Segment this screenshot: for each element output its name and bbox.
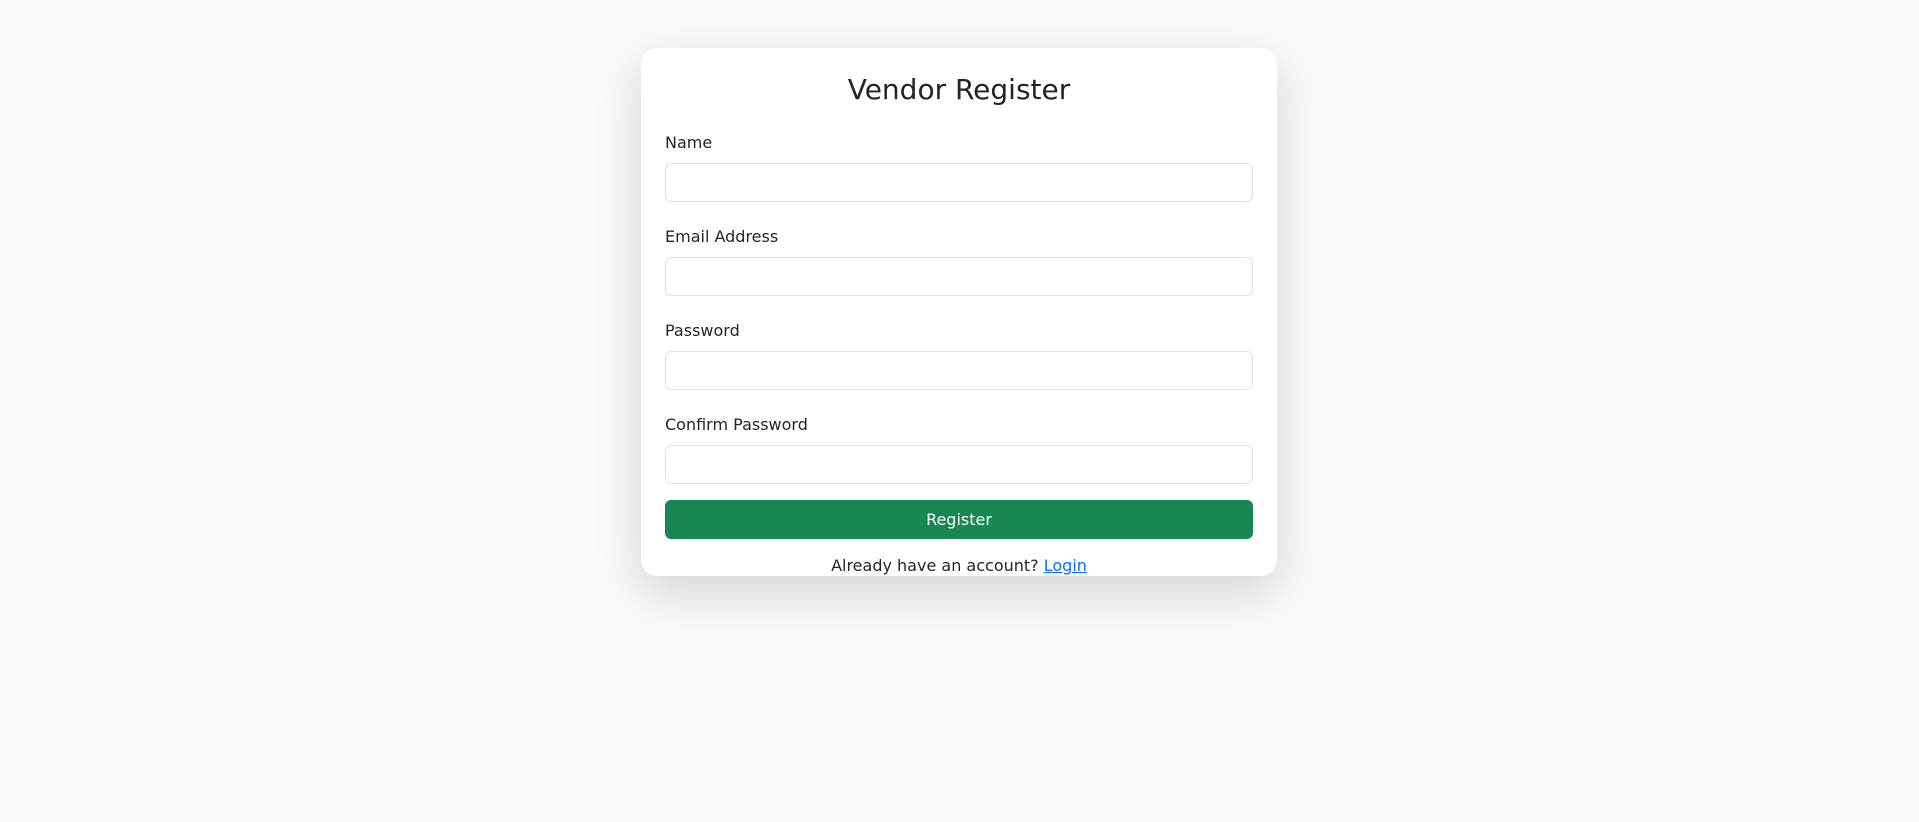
password-label: Password <box>665 321 740 340</box>
login-prompt-text: Already have an account? <box>831 556 1039 575</box>
login-prompt: Already have an account? Login <box>665 554 1253 578</box>
confirm-password-field-group: Confirm Password <box>665 413 1253 484</box>
login-link[interactable]: Login <box>1044 556 1087 575</box>
email-label: Email Address <box>665 227 779 246</box>
email-field-group: Email Address <box>665 225 1253 296</box>
register-button[interactable]: Register <box>665 500 1253 539</box>
confirm-password-input[interactable] <box>665 445 1253 484</box>
register-card: Vendor Register Name Email Address Passw… <box>641 48 1277 576</box>
name-label: Name <box>665 133 713 152</box>
password-field-group: Password <box>665 319 1253 390</box>
email-input[interactable] <box>665 257 1253 296</box>
password-input[interactable] <box>665 351 1253 390</box>
page-title: Vendor Register <box>847 73 1071 106</box>
name-field-group: Name <box>665 131 1253 202</box>
name-input[interactable] <box>665 163 1253 202</box>
confirm-password-label: Confirm Password <box>665 415 808 434</box>
